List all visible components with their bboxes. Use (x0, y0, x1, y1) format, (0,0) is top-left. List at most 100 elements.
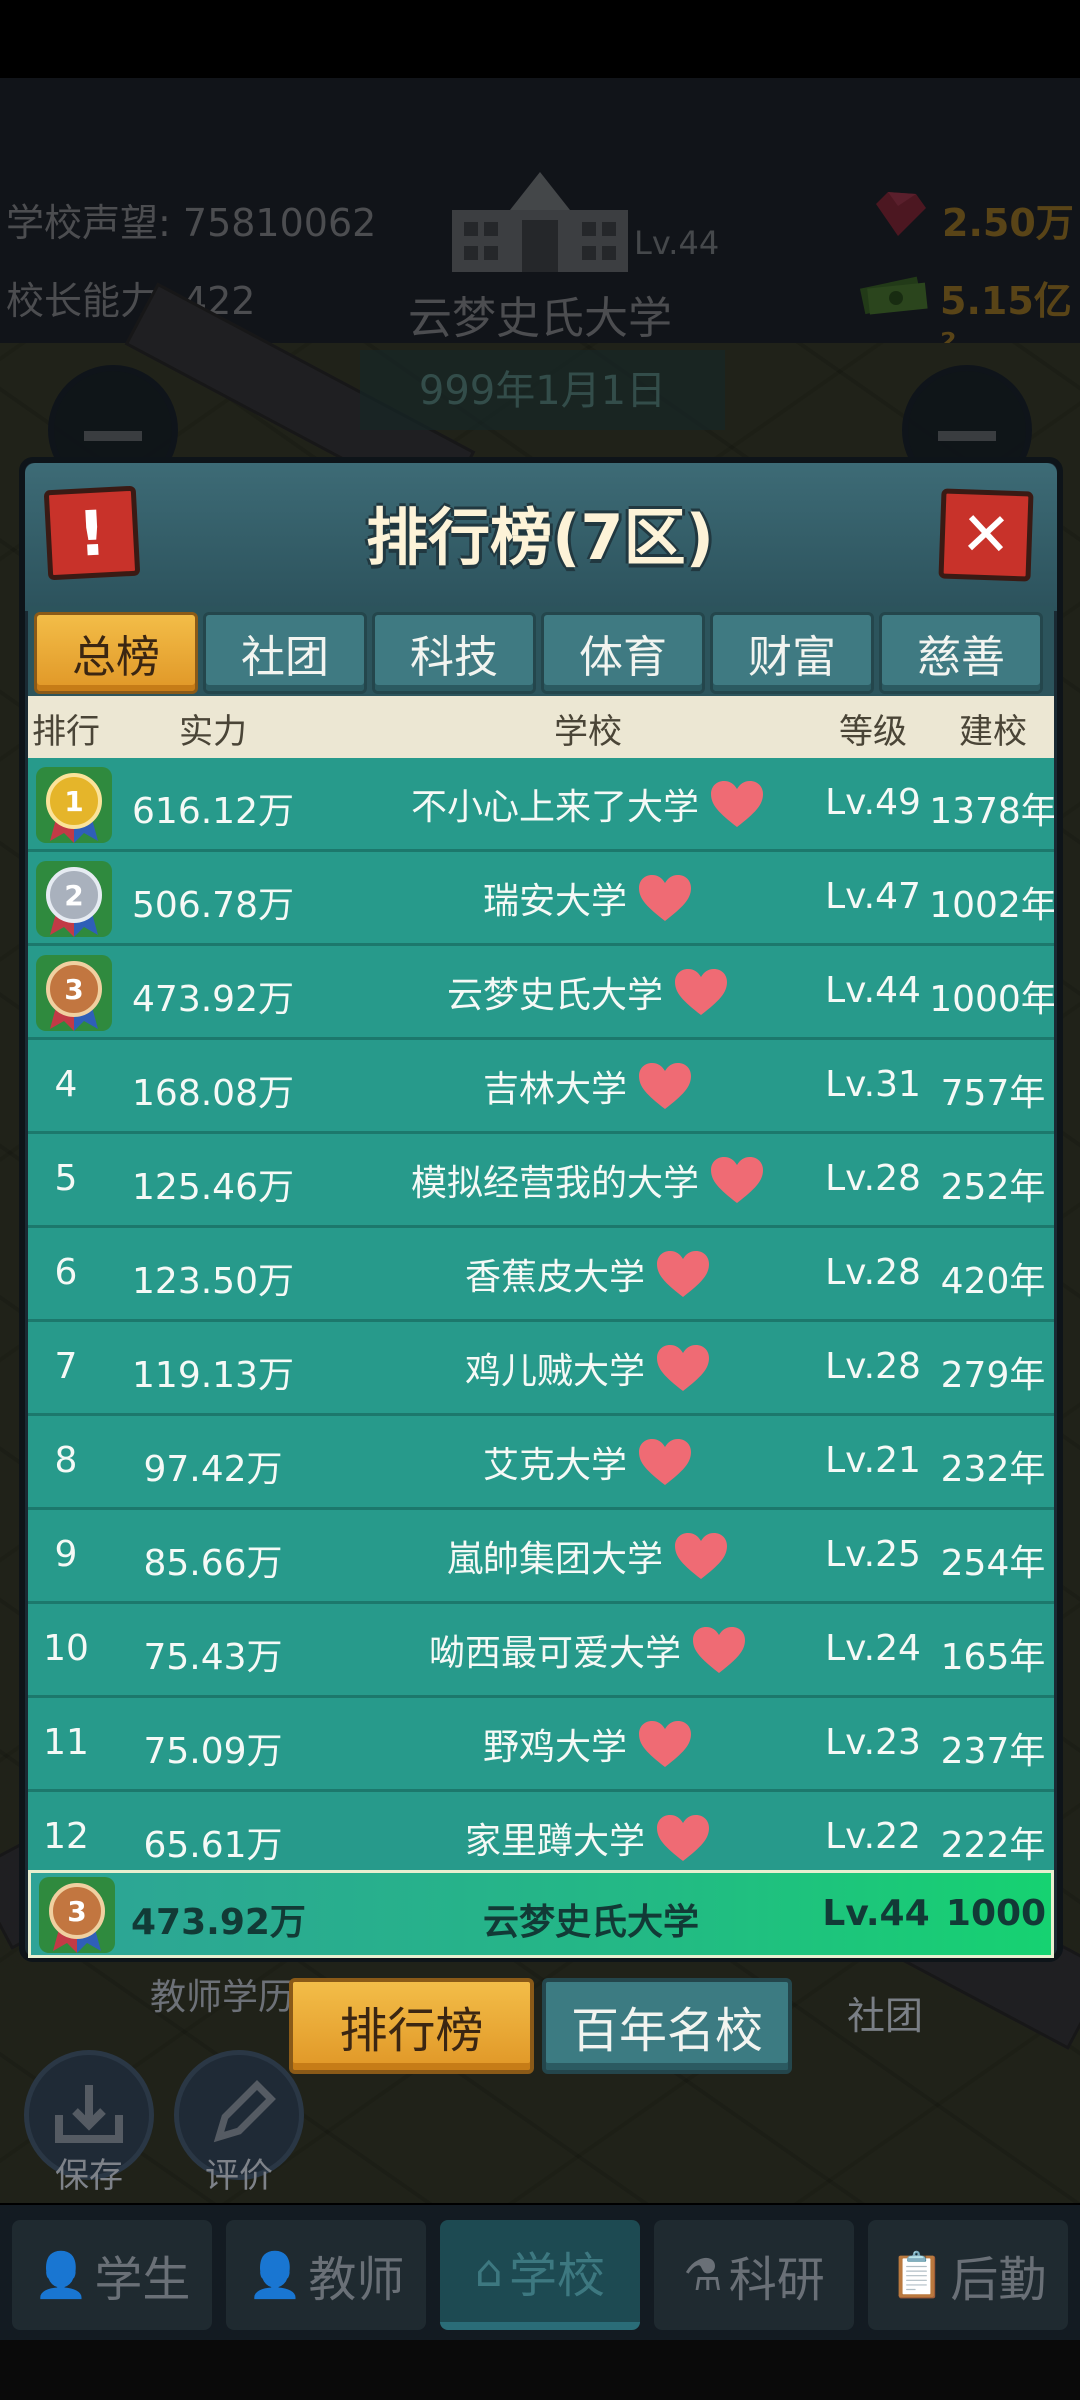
heart-icon[interactable] (637, 873, 693, 923)
school-name: 野鸡大学 (482, 1727, 627, 1768)
nav-research[interactable]: ⚗ 科研 (654, 2220, 854, 2330)
col-power: 实力 (179, 712, 247, 752)
nav-students[interactable]: 👤 学生 (12, 2220, 212, 2330)
tab-sports[interactable]: 体育 (541, 612, 705, 694)
table-row[interactable]: 1 616.12万 不小心上来了大学 Lv.49 1378年 (28, 758, 1054, 852)
school-name: 不小心上来了大学 (410, 787, 699, 828)
table-row[interactable]: 7 119.13万 鸡儿贼大学 Lv.28 279年 (28, 1322, 1054, 1416)
rank-cell: 9 (54, 1534, 78, 1575)
tab-clubs[interactable]: 社团 (203, 612, 367, 694)
nav-logistics-label: 后勤 (950, 2252, 1047, 2308)
power-cell: 75.43万 (143, 1637, 283, 1678)
rank-cell: 5 (54, 1158, 78, 1199)
rank-cell: 6 (54, 1252, 78, 1293)
school-name: 云梦史氏大学 (446, 975, 663, 1016)
heart-icon[interactable] (691, 1625, 747, 1675)
tab-tech[interactable]: 科技 (372, 612, 536, 694)
school-name: 瑞安大学 (482, 881, 627, 922)
rank-cell: 11 (43, 1722, 89, 1763)
table-row[interactable]: 11 75.09万 野鸡大学 Lv.23 237年 (28, 1698, 1054, 1792)
nav-research-label: 科研 (728, 2252, 825, 2308)
founded-cell: 222年 (940, 1825, 1046, 1866)
founded-cell: 232年 (940, 1449, 1046, 1490)
close-button[interactable]: ✕ (938, 488, 1034, 582)
medal-rank: 2 (64, 879, 83, 912)
my-school-name: 云梦史氏大学 (482, 1902, 699, 1943)
club-label-bg[interactable]: 社团 (790, 1985, 980, 2045)
tab-charity[interactable]: 慈善 (879, 612, 1043, 694)
flask-icon: ⚗ (683, 2249, 723, 2301)
level-cell: Lv.24 (825, 1628, 921, 1669)
level-cell: Lv.28 (825, 1346, 921, 1387)
school-cell: 家里蹲大学 (308, 1812, 868, 1864)
founded-cell: 1002年 (929, 885, 1054, 926)
heart-icon[interactable] (655, 1343, 711, 1393)
nav-school[interactable]: ⌂ 学校 (440, 2220, 640, 2330)
school-name: 香蕉皮大学 (464, 1257, 645, 1298)
heart-icon[interactable] (673, 967, 729, 1017)
heart-icon[interactable] (673, 1531, 729, 1581)
school-cell: 吉林大学 (308, 1060, 868, 1112)
heart-icon[interactable] (655, 1249, 711, 1299)
famous-schools-tab[interactable]: 百年名校 (542, 1978, 792, 2074)
heart-icon[interactable] (637, 1719, 693, 1769)
bronze-medal-icon: 3 (39, 1877, 115, 1953)
table-row[interactable]: 8 97.42万 艾克大学 Lv.21 232年 (28, 1416, 1054, 1510)
medal-rank: 3 (64, 973, 83, 1006)
founded-cell: 757年 (940, 1073, 1046, 1114)
nav-logistics[interactable]: 📋 后勤 (868, 2220, 1068, 2330)
school-name: 家里蹲大学 (464, 1821, 645, 1862)
school-name: 模拟经营我的大学 (410, 1163, 699, 1204)
level-cell: Lv.25 (825, 1534, 921, 1575)
school-name: 呦西最可爱大学 (428, 1633, 681, 1674)
bronze-medal-icon: 3 (36, 955, 112, 1031)
heart-icon[interactable] (709, 779, 765, 829)
ranking-list[interactable]: 1 616.12万 不小心上来了大学 Lv.49 1378年 2 506.78万 瑞安大学 Lv… (28, 758, 1054, 1870)
teacher-study-label: 教师学历 (150, 1977, 295, 2018)
my-founded: 1000 (945, 1893, 1047, 1934)
school-cell: 艾克大学 (308, 1436, 868, 1488)
table-row[interactable]: 10 75.43万 呦西最可爱大学 Lv.24 165年 (28, 1604, 1054, 1698)
heart-icon[interactable] (709, 1155, 765, 1205)
heart-icon[interactable] (637, 1437, 693, 1487)
col-level: 等级 (839, 712, 907, 752)
rank-cell: 8 (54, 1440, 78, 1481)
heart-icon[interactable] (637, 1061, 693, 1111)
table-row[interactable]: 4 168.08万 吉林大学 Lv.31 757年 (28, 1040, 1054, 1134)
school-cell: 野鸡大学 (308, 1718, 868, 1770)
status-bar (0, 0, 1080, 78)
school-name: 吉林大学 (482, 1069, 627, 1110)
school-name: 艾克大学 (482, 1445, 627, 1486)
power-cell: 168.08万 (132, 1073, 294, 1114)
tab-wealth[interactable]: 财富 (710, 612, 874, 694)
power-cell: 75.09万 (143, 1731, 283, 1772)
founded-cell: 1000年 (929, 979, 1054, 1020)
level-cell: Lv.31 (825, 1064, 921, 1105)
save-label: 保存 (55, 2156, 123, 2196)
my-level: Lv.44 (822, 1893, 930, 1934)
school-cell: 瑞安大学 (308, 872, 868, 924)
power-cell: 65.61万 (143, 1825, 283, 1866)
table-row[interactable]: 3 473.92万 云梦史氏大学 Lv.44 1000年 (28, 946, 1054, 1040)
tab-overall[interactable]: 总榜 (34, 612, 198, 694)
school-icon: ⌂ (475, 2245, 503, 2297)
alert-button[interactable]: ! (43, 485, 141, 581)
column-header: 排行 实力 学校 等级 建校 (28, 696, 1054, 758)
rank-cell: 12 (43, 1816, 89, 1857)
table-row[interactable]: 6 123.50万 香蕉皮大学 Lv.28 420年 (28, 1228, 1054, 1322)
power-cell: 125.46万 (132, 1167, 294, 1208)
heart-icon[interactable] (655, 1813, 711, 1863)
table-row[interactable]: 5 125.46万 模拟经营我的大学 Lv.28 252年 (28, 1134, 1054, 1228)
level-cell: Lv.22 (825, 1816, 921, 1857)
table-row[interactable]: 12 65.61万 家里蹲大学 Lv.22 222年 (28, 1792, 1054, 1870)
clipboard-icon: 📋 (889, 2250, 945, 2301)
my-school-row: 3 473.92万 云梦史氏大学 Lv.44 1000 (28, 1870, 1054, 1958)
power-cell: 473.92万 (132, 979, 294, 1020)
table-row[interactable]: 2 506.78万 瑞安大学 Lv.47 1002年 (28, 852, 1054, 946)
school-cell: 嵐帥集团大学 (308, 1530, 868, 1582)
leaderboard-tab[interactable]: 排行榜 (289, 1978, 534, 2074)
table-row[interactable]: 9 85.66万 嵐帥集团大学 Lv.25 254年 (28, 1510, 1054, 1604)
level-cell: Lv.28 (825, 1252, 921, 1293)
student-icon: 👤 (33, 2250, 89, 2301)
nav-teachers[interactable]: 👤 教师 (226, 2220, 426, 2330)
